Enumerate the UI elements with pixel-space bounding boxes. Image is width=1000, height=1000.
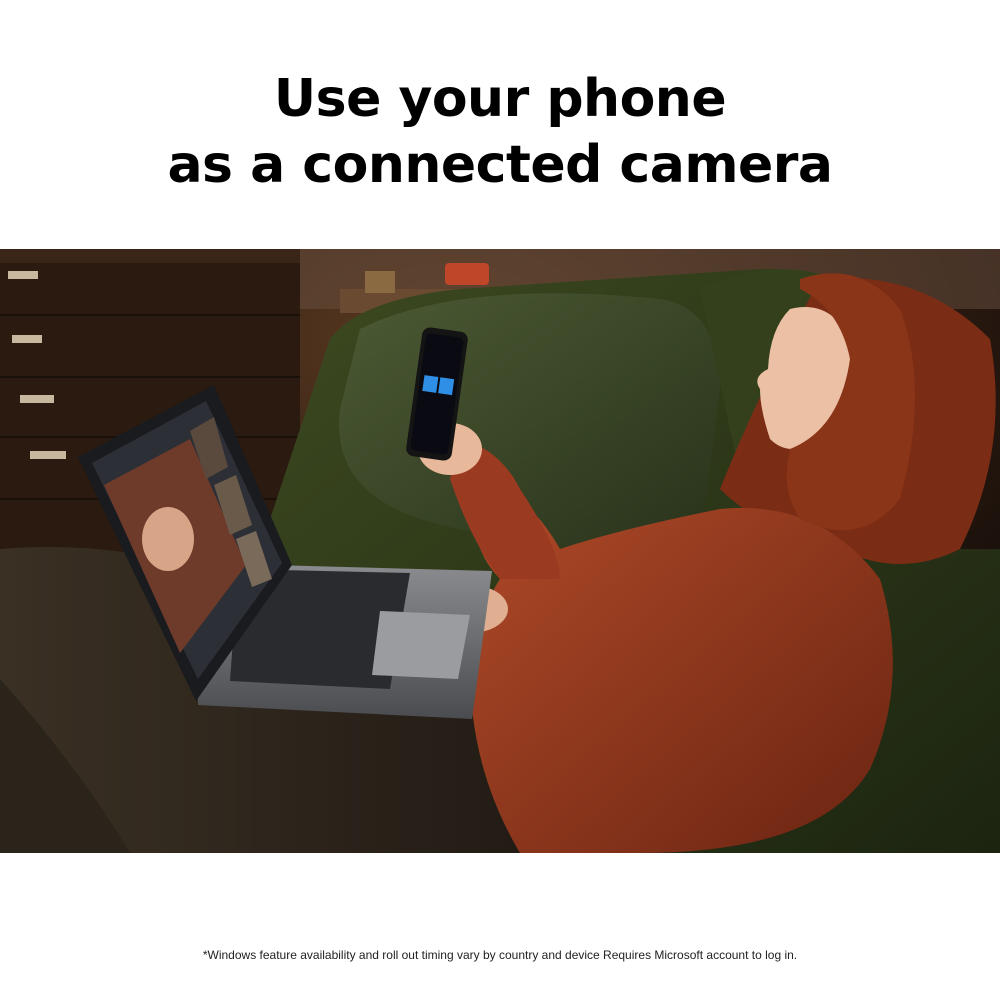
- headline: Use your phone as a connected camera: [0, 66, 1000, 198]
- headline-line-2: as a connected camera: [167, 135, 833, 195]
- headline-line-1: Use your phone: [273, 69, 727, 129]
- disclaimer-text: *Windows feature availability and roll o…: [202, 948, 798, 962]
- lifestyle-photo: [0, 249, 1000, 853]
